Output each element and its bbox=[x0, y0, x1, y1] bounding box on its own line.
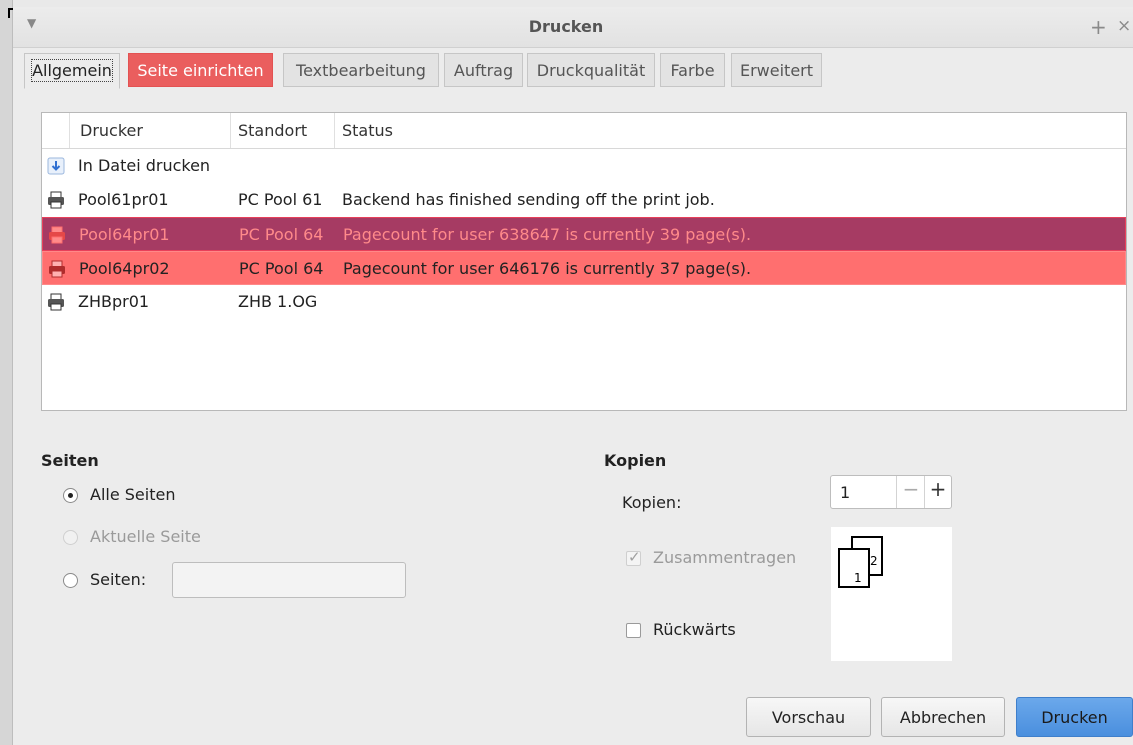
collate-preview: 2 1 bbox=[831, 527, 952, 661]
copies-heading: Kopien bbox=[604, 451, 667, 470]
column-header-drucker[interactable]: Drucker bbox=[80, 121, 143, 140]
tab-label: Druckqualität bbox=[536, 61, 646, 80]
tab-label: Auftrag bbox=[453, 61, 514, 80]
preview-button[interactable]: Vorschau bbox=[746, 697, 871, 737]
printer-name: In Datei drucken bbox=[78, 156, 211, 175]
pages-range-input[interactable] bbox=[172, 562, 406, 598]
printer-list-header: Drucker Standort Status bbox=[42, 113, 1126, 149]
column-header-status[interactable]: Status bbox=[342, 121, 393, 140]
background-window-border bbox=[0, 0, 13, 745]
printer-location: PC Pool 64 bbox=[239, 225, 324, 244]
print-button[interactable]: Drucken bbox=[1016, 697, 1133, 737]
current-page-label: Aktuelle Seite bbox=[90, 527, 201, 546]
decrement-button[interactable]: − bbox=[897, 477, 925, 501]
printer-icon bbox=[49, 226, 65, 244]
copies-value[interactable]: 1 bbox=[840, 483, 850, 502]
printer-location: PC Pool 64 bbox=[239, 259, 324, 278]
tab-label: Textbearbeitung bbox=[296, 61, 426, 80]
printer-row-selected[interactable]: Pool64pr01 PC Pool 64 Pagecount for user… bbox=[42, 217, 1126, 251]
printer-status: Pagecount for user 638647 is currently 3… bbox=[343, 225, 752, 244]
pages-heading: Seiten bbox=[41, 451, 99, 470]
printer-row-highlighted[interactable]: Pool64pr02 PC Pool 64 Pagecount for user… bbox=[42, 251, 1126, 285]
copies-label: Kopien: bbox=[622, 493, 682, 512]
window-title: Drucken bbox=[528, 17, 604, 36]
tab-seite-einrichten[interactable]: Seite einrichten bbox=[128, 53, 273, 87]
column-separator bbox=[334, 113, 335, 148]
reverse-checkbox[interactable] bbox=[626, 623, 641, 638]
pages-range-label: Seiten: bbox=[90, 570, 147, 589]
printer-list[interactable]: Drucker Standort Status In Datei drucken… bbox=[41, 112, 1127, 411]
tab-erweitert[interactable]: Erweitert bbox=[731, 53, 822, 87]
printer-status: Backend has finished sending off the pri… bbox=[342, 190, 715, 209]
printer-location: ZHB 1.OG bbox=[238, 292, 318, 311]
pages-preview-icon: 2 1 bbox=[838, 536, 883, 588]
printer-icon bbox=[48, 293, 64, 311]
preview-page-1: 1 bbox=[854, 571, 862, 585]
tab-textbearbeitung[interactable]: Textbearbeitung bbox=[283, 53, 439, 87]
printer-icon bbox=[48, 191, 64, 209]
tab-label: Allgemein bbox=[31, 59, 113, 82]
printer-location: PC Pool 61 bbox=[238, 190, 323, 209]
collate-label: Zusammentragen bbox=[653, 548, 797, 567]
column-header-standort[interactable]: Standort bbox=[238, 121, 307, 140]
column-separator bbox=[230, 113, 231, 148]
tab-auftrag[interactable]: Auftrag bbox=[444, 53, 523, 87]
printer-icon bbox=[49, 260, 65, 278]
printer-row[interactable]: ZHBpr01 ZHB 1.OG bbox=[42, 285, 1126, 319]
printer-name: Pool64pr02 bbox=[79, 259, 170, 278]
copies-stepper[interactable]: 1 − + bbox=[830, 475, 952, 509]
close-icon[interactable]: × bbox=[1117, 16, 1131, 36]
print-dialog: ▼ Drucken + × Allgemein Seite einrichten… bbox=[13, 7, 1133, 745]
printer-status: Pagecount for user 646176 is currently 3… bbox=[343, 259, 752, 278]
tab-label: Erweitert bbox=[739, 61, 814, 80]
printer-name: Pool61pr01 bbox=[78, 190, 169, 209]
cancel-button[interactable]: Abbrechen bbox=[881, 697, 1005, 737]
tab-allgemein[interactable]: Allgemein bbox=[24, 53, 120, 89]
printer-name: Pool64pr01 bbox=[79, 225, 170, 244]
tab-farbe[interactable]: Farbe bbox=[660, 53, 725, 87]
printer-name: ZHBpr01 bbox=[78, 292, 150, 311]
plus-icon[interactable]: + bbox=[1090, 15, 1107, 39]
download-icon bbox=[47, 157, 65, 175]
reverse-label: Rückwärts bbox=[653, 620, 736, 639]
all-pages-label: Alle Seiten bbox=[90, 485, 176, 504]
column-separator bbox=[69, 113, 70, 148]
current-page-radio bbox=[63, 530, 78, 545]
printer-row[interactable]: In Datei drucken bbox=[42, 149, 1126, 183]
tab-label: Seite einrichten bbox=[137, 61, 264, 80]
pages-range-radio[interactable] bbox=[63, 573, 78, 588]
preview-page-2: 2 bbox=[870, 554, 878, 568]
all-pages-radio[interactable] bbox=[63, 488, 78, 503]
printer-row[interactable]: Pool61pr01 PC Pool 61 Backend has finish… bbox=[42, 183, 1126, 217]
title-bar: ▼ Drucken + × bbox=[13, 7, 1133, 48]
increment-button[interactable]: + bbox=[924, 477, 952, 501]
tab-label: Farbe bbox=[670, 61, 715, 80]
tab-druckqualitaet[interactable]: Druckqualität bbox=[527, 53, 655, 87]
collate-checkbox bbox=[626, 548, 641, 566]
